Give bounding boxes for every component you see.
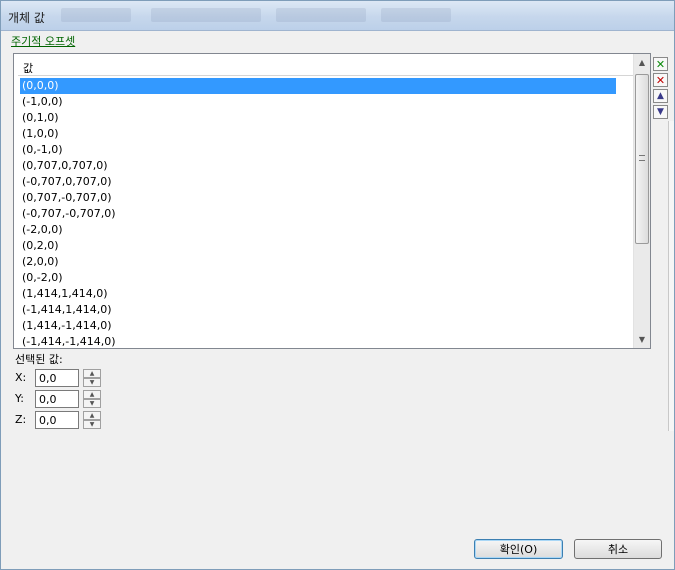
- x-spinner[interactable]: ▲ ▼: [83, 369, 101, 387]
- spin-down-icon[interactable]: ▼: [83, 378, 101, 387]
- list-item[interactable]: (1,414,1,414,0): [20, 286, 616, 302]
- list-item[interactable]: (0,2,0): [20, 238, 616, 254]
- list-item[interactable]: (0,-1,0): [20, 142, 616, 158]
- y-field-row: Y: ▲ ▼: [15, 390, 105, 408]
- list-item[interactable]: (0,707,-0,707,0): [20, 190, 616, 206]
- column-header-label: 값: [23, 62, 34, 75]
- z-input[interactable]: [35, 411, 79, 429]
- z-label: Z:: [15, 413, 27, 426]
- list-item[interactable]: (-1,0,0): [20, 94, 616, 110]
- ok-button[interactable]: 확인(O): [474, 539, 563, 559]
- object-values-dialog: 개체 값 주기적 오프셋 값 (0,0,0) (-1,0,0) (0,1,0) (1,…: [0, 0, 675, 570]
- z-spinner[interactable]: ▲ ▼: [83, 411, 101, 429]
- thumb-grip-icon: [639, 155, 645, 161]
- column-header-value[interactable]: 값: [18, 56, 644, 76]
- list-item[interactable]: (-0,707,-0,707,0): [20, 206, 616, 222]
- list-item[interactable]: (2,0,0): [20, 254, 616, 270]
- periodic-offset-link[interactable]: 주기적 오프셋: [11, 33, 75, 49]
- move-down-icon[interactable]: ▼: [653, 105, 668, 119]
- spin-up-icon[interactable]: ▲: [83, 390, 101, 399]
- title-bar[interactable]: 개체 값: [1, 1, 674, 31]
- delete-row-icon[interactable]: ✕: [653, 73, 668, 87]
- list-item[interactable]: (0,-2,0): [20, 270, 616, 286]
- add-row-icon[interactable]: ✕: [653, 57, 668, 71]
- y-label: Y:: [15, 392, 24, 405]
- scroll-down-arrow-icon[interactable]: ▼: [634, 331, 650, 348]
- spin-down-icon[interactable]: ▼: [83, 420, 101, 429]
- list-item[interactable]: (0,1,0): [20, 110, 616, 126]
- x-input[interactable]: [35, 369, 79, 387]
- x-field-row: X: ▲ ▼: [15, 369, 105, 387]
- y-input[interactable]: [35, 390, 79, 408]
- list-item[interactable]: (-0,707,0,707,0): [20, 174, 616, 190]
- list-item[interactable]: (-1,414,-1,414,0): [20, 334, 616, 350]
- cancel-button[interactable]: 취소: [574, 539, 662, 559]
- spin-up-icon[interactable]: ▲: [83, 411, 101, 420]
- selected-value-label: 선택된 값:: [15, 353, 63, 366]
- blurred-background-toolbar: [381, 8, 451, 22]
- list-item[interactable]: (1,414,-1,414,0): [20, 318, 616, 334]
- spin-down-icon[interactable]: ▼: [83, 399, 101, 408]
- y-spinner[interactable]: ▲ ▼: [83, 390, 101, 408]
- values-list[interactable]: 값 (0,0,0) (-1,0,0) (0,1,0) (1,0,0) (0,-1,0)(…: [13, 53, 651, 349]
- list-item[interactable]: (-2,0,0): [20, 222, 616, 238]
- list-vertical-scrollbar[interactable]: ▲ ▼: [633, 54, 650, 348]
- list-item[interactable]: (1,0,0): [20, 126, 616, 142]
- list-item[interactable]: (-1,414,1,414,0): [20, 302, 616, 318]
- x-label: X:: [15, 371, 27, 384]
- scroll-thumb[interactable]: [635, 74, 649, 244]
- z-field-row: Z: ▲ ▼: [15, 411, 105, 429]
- scroll-up-arrow-icon[interactable]: ▲: [634, 54, 650, 71]
- move-up-icon[interactable]: ▲: [653, 89, 668, 103]
- list-item[interactable]: (0,0,0): [20, 78, 616, 94]
- blurred-background-toolbar: [276, 8, 366, 22]
- list-rows: (0,0,0) (-1,0,0) (0,1,0) (1,0,0) (0,-1,0) (0,…: [20, 78, 616, 350]
- spin-up-icon[interactable]: ▲: [83, 369, 101, 378]
- list-action-buttons: ✕ ✕ ▲ ▼: [653, 57, 669, 121]
- list-item[interactable]: (0,707,0,707,0): [20, 158, 616, 174]
- blurred-background-toolbar: [61, 8, 131, 22]
- background-panel-edge: [668, 121, 674, 431]
- window-title: 개체 값: [8, 11, 45, 25]
- blurred-background-toolbar: [151, 8, 261, 22]
